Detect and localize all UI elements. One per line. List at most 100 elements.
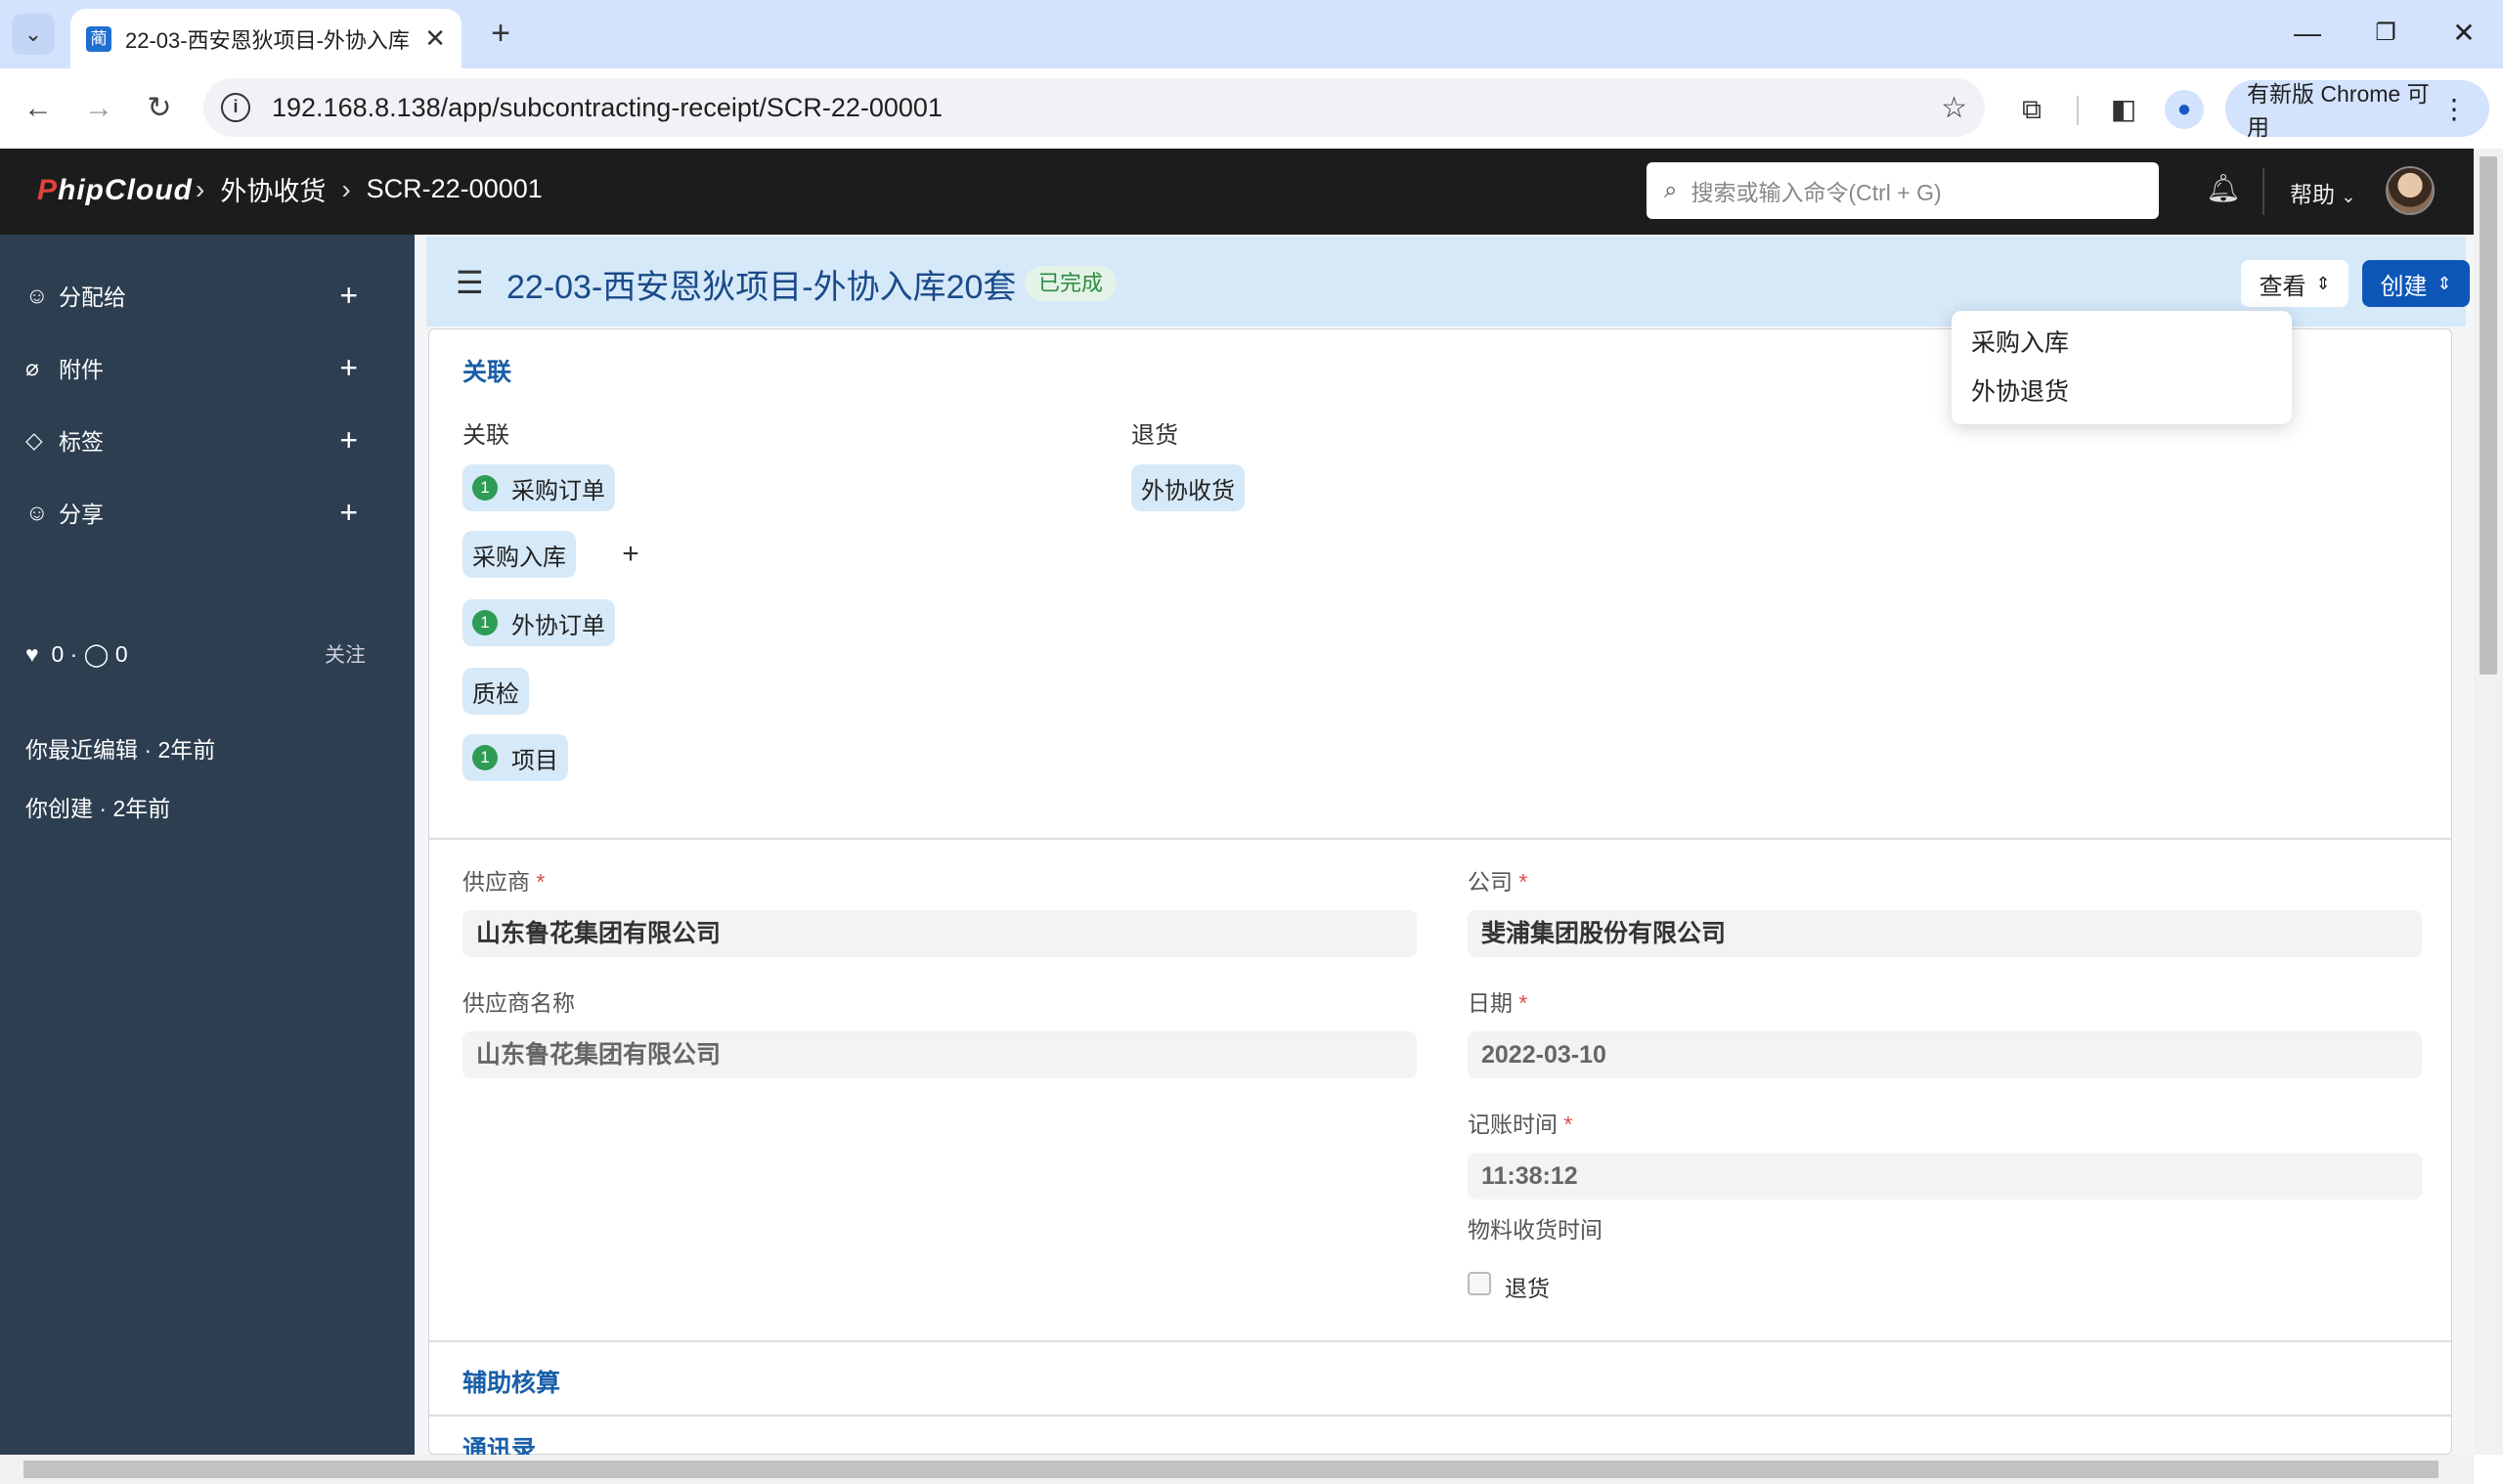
avatar[interactable] (2386, 166, 2435, 215)
app-navbar: PhipCloud › 外协收货 › SCR-22-00001 ⌕ 搜索或输入命… (0, 149, 2474, 235)
breadcrumb-doctype[interactable]: 外协收货 (220, 170, 326, 208)
supplier-field[interactable]: 山东鲁花集团有限公司 (462, 910, 1417, 957)
link-purchase-receipt[interactable]: 采购入库 (462, 531, 576, 578)
created-text: 你创建 · 2年前 (25, 796, 171, 821)
vertical-scroll-thumb[interactable] (2480, 156, 2497, 675)
back-icon[interactable]: ← (18, 88, 59, 129)
navbar-divider (2262, 168, 2264, 215)
restore-icon[interactable]: ❐ (2356, 12, 2415, 55)
help-dropdown[interactable]: 帮助 ⌄ (2290, 176, 2355, 209)
add-icon[interactable]: + (339, 422, 358, 458)
connections-section-title[interactable]: 关联 (462, 353, 511, 388)
breadcrumb-docname[interactable]: SCR-22-00001 (367, 174, 543, 204)
assign-icon: ☺ (25, 282, 49, 308)
horizontal-scroll-thumb[interactable] (23, 1461, 2438, 1478)
company-label: 公司 * (1468, 869, 1528, 895)
link-subcontracting-receipt[interactable]: 外协收货 (1131, 464, 1245, 511)
sidebar-item-label: 分配给 (59, 284, 126, 310)
create-label: 创建 (2380, 273, 2428, 300)
comments-count: 0 (114, 640, 128, 667)
favicon-icon: 蔺 (86, 25, 111, 52)
hamburger-icon[interactable]: ☰ (456, 264, 484, 301)
minimize-icon[interactable]: — (2278, 12, 2337, 55)
count-badge: 1 (472, 745, 498, 770)
date-field[interactable]: 2022-03-10 (1468, 1031, 2422, 1078)
sidebar-item-label: 附件 (59, 357, 104, 382)
search-icon: ⌕ (1664, 177, 1678, 203)
browser-toolbar: ← → ↻ i 192.168.8.138/app/subcontracting… (0, 68, 2503, 149)
chrome-update-button[interactable]: 有新版 Chrome 可用 ⋮ (2225, 80, 2489, 140)
close-tab-icon[interactable]: ✕ (424, 23, 446, 54)
help-label: 帮助 (2290, 182, 2335, 207)
chevron-down-icon: ⌄ (2341, 187, 2356, 206)
sidebar: ☺ 分配给 + ⌀ 附件 + ◇ 标签 + ☺ 分享 + ♥ 0 · ◯ 0 关… (0, 235, 415, 1455)
return-checkbox[interactable] (1468, 1272, 1491, 1295)
create-button[interactable]: 创建 ⇕ (2362, 260, 2470, 307)
link-label: 外协订单 (511, 612, 605, 639)
count-badge: 1 (472, 610, 498, 635)
vertical-scrollbar[interactable] (2474, 149, 2503, 1455)
star-icon[interactable]: ☆ (1941, 91, 1967, 125)
browser-tab-strip: ⌄ 蔺 22-03-西安恩狄项目-外协入库 ✕ + — ❐ ✕ (0, 0, 2503, 68)
new-tab-icon[interactable]: + (481, 14, 520, 53)
sidebar-stats: ♥ 0 · ◯ 0 关注 (25, 639, 366, 669)
company-field[interactable]: 斐浦集团股份有限公司 (1468, 910, 2422, 957)
sidebar-item-tags[interactable]: ◇ 标签 + (25, 420, 358, 459)
section-divider (429, 1415, 2451, 1417)
chevron-right-icon: › (196, 173, 205, 204)
supplier-name-field: 山东鲁花集团有限公司 (462, 1031, 1417, 1078)
toolbar-divider (2077, 96, 2079, 125)
sidebar-item-assign[interactable]: ☺ 分配给 + (25, 276, 358, 315)
view-button[interactable]: 查看 ⇕ (2241, 260, 2349, 307)
browser-tab-active[interactable]: 蔺 22-03-西安恩狄项目-外协入库 ✕ (70, 9, 461, 68)
form-card: 关联 关联 退货 1 采购订单 采购入库 + 1 外协订单 质检 1 项目 外协收货 … (428, 328, 2452, 1463)
link-project[interactable]: 1 项目 (462, 734, 568, 781)
menu-item-subcontract-return[interactable]: 外协退货 (1952, 368, 2292, 416)
add-icon[interactable]: + (339, 350, 358, 386)
return-checkbox-label: 退货 (1505, 1276, 1550, 1301)
create-dropdown-menu: 采购入库 外协退货 (1952, 311, 2292, 424)
date-label: 日期 * (1468, 990, 1528, 1016)
search-input[interactable]: ⌕ 搜索或输入命令(Ctrl + G) (1647, 162, 2159, 219)
add-icon[interactable]: + (339, 495, 358, 531)
sidebar-item-label: 分享 (59, 502, 104, 527)
window-close-icon[interactable]: ✕ (2435, 12, 2493, 55)
link-subcontracting-order[interactable]: 1 外协订单 (462, 599, 615, 646)
forward-icon[interactable]: → (78, 88, 119, 129)
link-quality-inspection[interactable]: 质检 (462, 668, 529, 715)
url-text[interactable]: 192.168.8.138/app/subcontracting-receipt… (272, 93, 943, 123)
heart-icon[interactable]: ♥ (25, 641, 39, 668)
status-badge: 已完成 (1025, 266, 1118, 301)
menu-item-purchase-receipt[interactable]: 采购入库 (1952, 319, 2292, 368)
accounting-section-title[interactable]: 辅助核算 (462, 1364, 560, 1399)
app-logo[interactable]: PhipCloud (37, 174, 193, 207)
posting-time-field[interactable]: 11:38:12 (1468, 1153, 2422, 1200)
supplier-label: 供应商 * (462, 869, 546, 895)
tab-title: 22-03-西安恩狄项目-外协入库 (125, 27, 410, 53)
bell-icon[interactable]: 🔔︎ (2206, 172, 2241, 204)
update-label: 有新版 Chrome 可用 (2247, 81, 2430, 140)
attachment-icon: ⌀ (25, 354, 39, 380)
follow-button[interactable]: 关注 (325, 639, 366, 669)
profile-icon[interactable]: ● (2165, 90, 2204, 129)
tab-search-button[interactable]: ⌄ (12, 14, 55, 55)
address-bar[interactable]: i 192.168.8.138/app/subcontracting-recei… (203, 78, 1985, 137)
select-caret-icon: ⇕ (2315, 273, 2331, 293)
comment-icon[interactable]: ◯ (84, 641, 110, 668)
reload-icon[interactable]: ↻ (139, 88, 180, 129)
info-icon[interactable]: i (221, 93, 250, 122)
connections-col-label: 关联 (462, 422, 509, 449)
link-label: 项目 (511, 747, 558, 774)
add-icon[interactable]: + (339, 278, 358, 314)
link-label: 质检 (472, 680, 519, 708)
sidebar-item-label: 标签 (59, 429, 104, 455)
extensions-icon[interactable]: ⧉ (2012, 90, 2051, 129)
last-edited-text: 你最近编辑 · 2年前 (25, 737, 216, 763)
sidebar-item-attachments[interactable]: ⌀ 附件 + (25, 348, 358, 387)
link-purchase-order[interactable]: 1 采购订单 (462, 464, 615, 511)
add-purchase-receipt-icon[interactable]: + (611, 535, 650, 574)
sidepanel-icon[interactable]: ◧ (2104, 90, 2143, 129)
horizontal-scrollbar[interactable] (0, 1455, 2474, 1484)
sidebar-item-share[interactable]: ☺ 分享 + (25, 493, 358, 532)
chevron-down-icon: ⌄ (23, 22, 43, 46)
